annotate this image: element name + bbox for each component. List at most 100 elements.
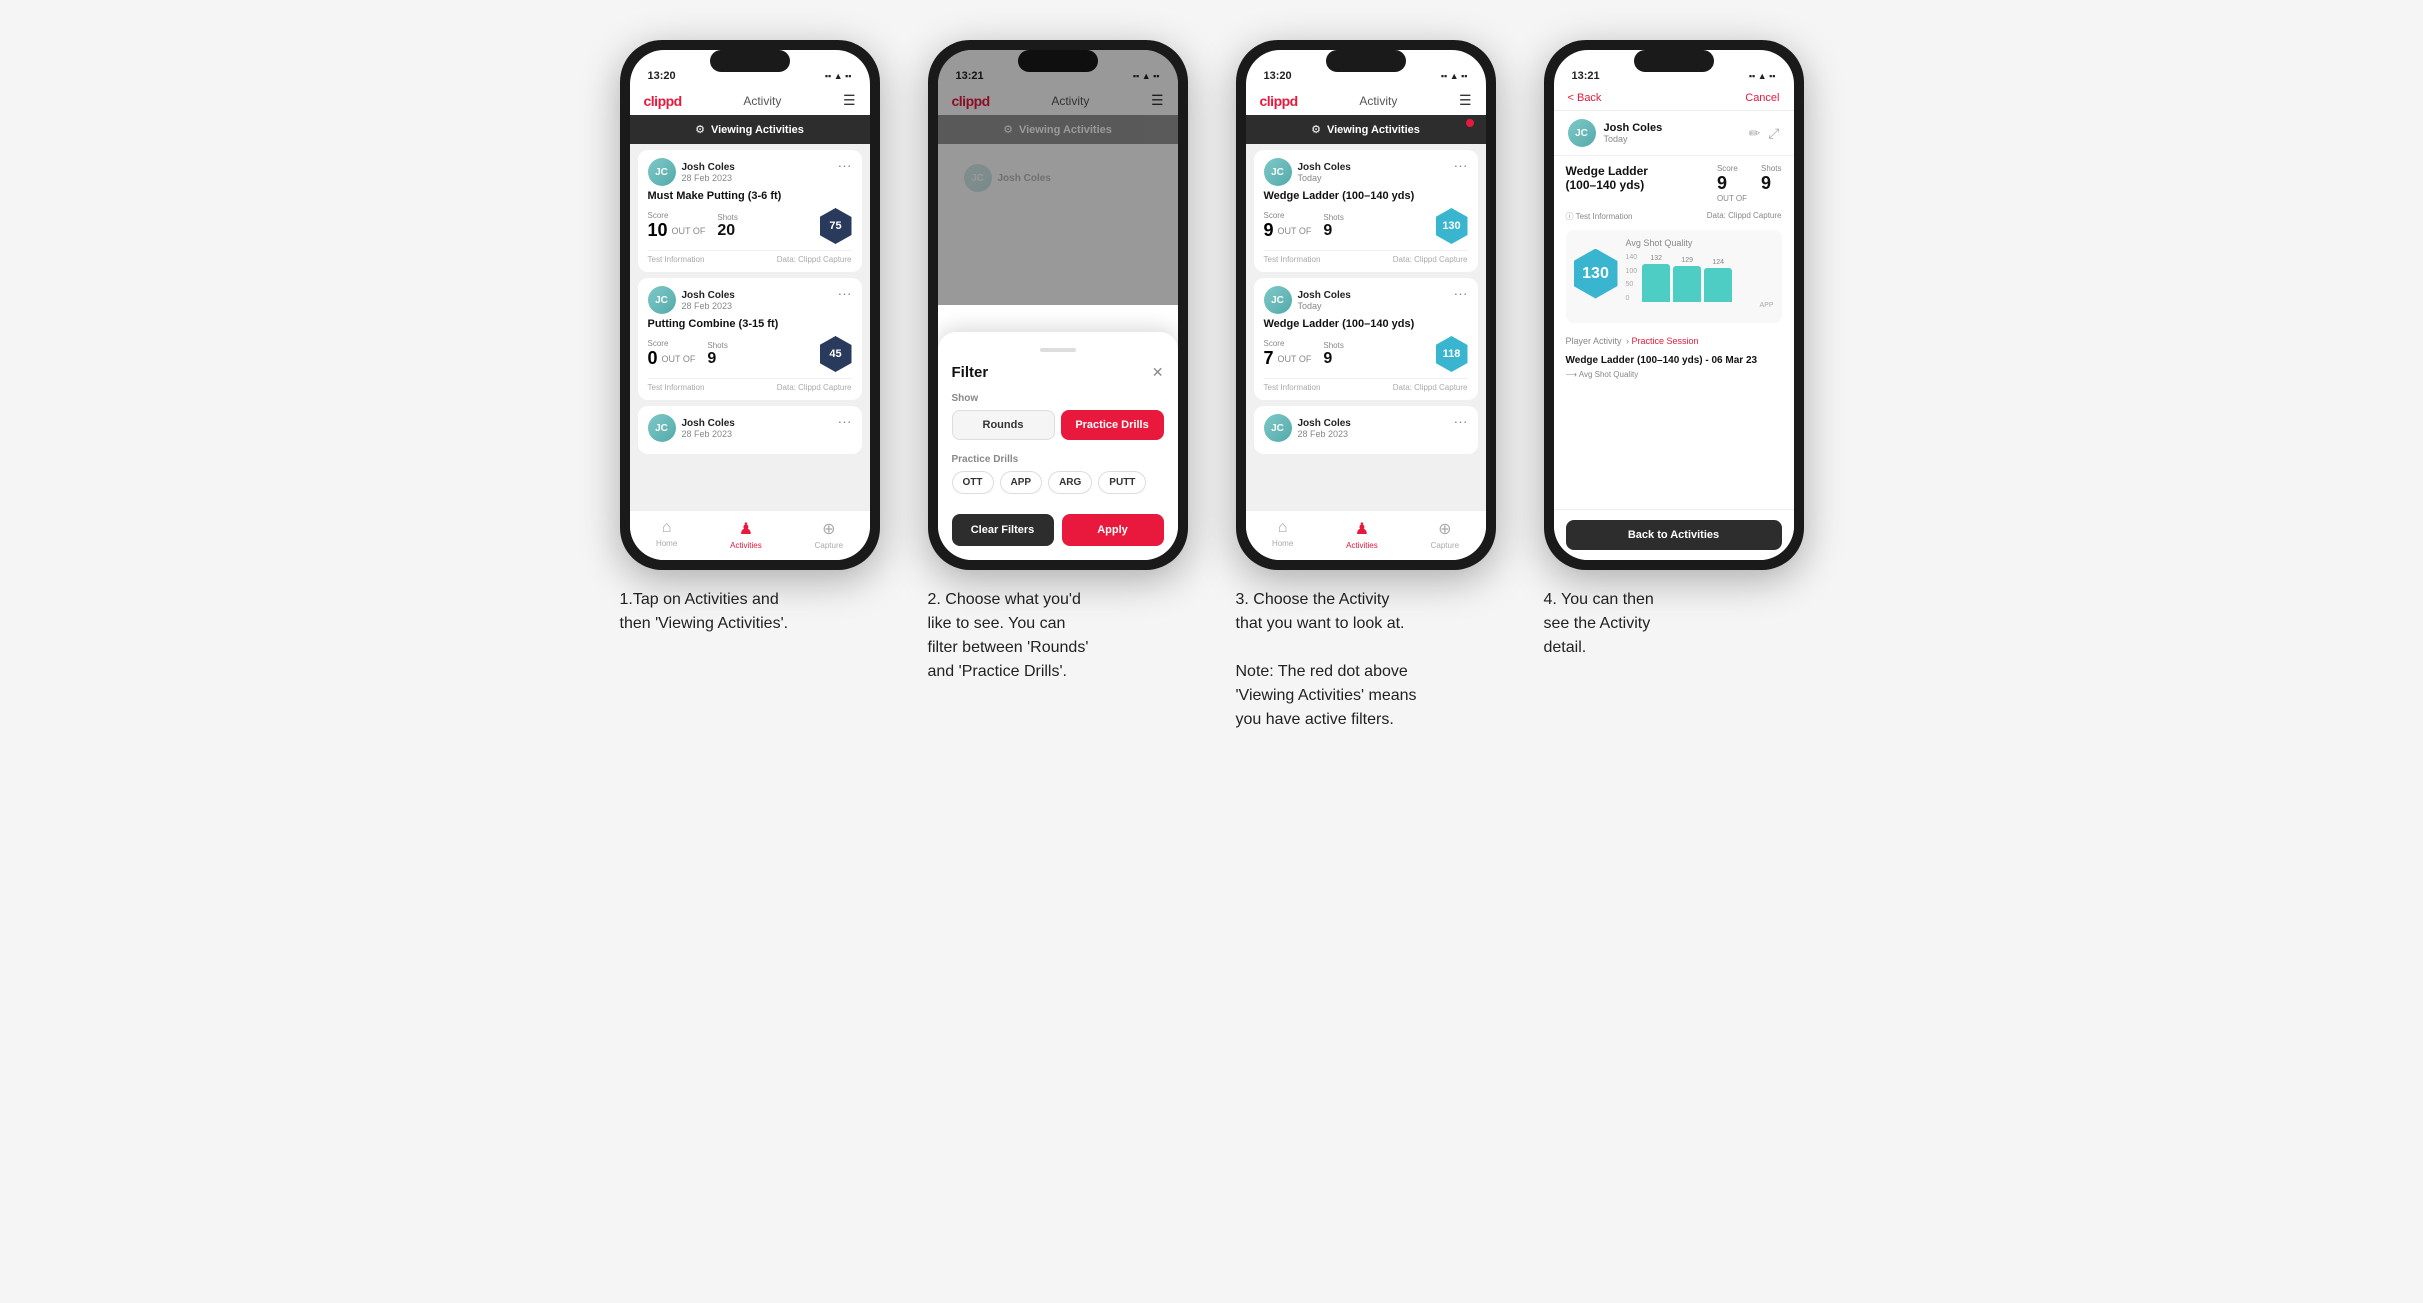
more-icon-1[interactable]: ···: [838, 158, 852, 172]
detail-icons: ✏ ⤢: [1749, 125, 1780, 142]
avatar-inner-3-2: JC: [1264, 286, 1292, 314]
info-text: Test Information: [1576, 212, 1633, 221]
hamburger-icon-3[interactable]: ☰: [1459, 92, 1472, 109]
chip-ott[interactable]: OTT: [952, 471, 994, 494]
score-col-label: Score: [1717, 164, 1747, 173]
back-to-activities-btn[interactable]: Back to Activities: [1566, 520, 1782, 550]
nav-capture-3[interactable]: ⊕ Capture: [1431, 519, 1459, 550]
practice-drills-btn[interactable]: Practice Drills: [1061, 410, 1164, 440]
chip-arg[interactable]: ARG: [1048, 471, 1092, 494]
nav-activities-1[interactable]: ♟ Activities: [730, 519, 762, 550]
card-footer-3-2: Test Information Data: Clippd Capture: [1264, 378, 1468, 392]
chart-y-axis: 140 100 50 0: [1626, 254, 1638, 302]
footer-left-2: Test Information: [648, 383, 705, 392]
user-name-3-1: Josh Coles: [1298, 162, 1351, 173]
back-btn[interactable]: < Back: [1568, 92, 1602, 104]
bottom-nav-1: ⌂ Home ♟ Activities ⊕ Capture: [630, 510, 870, 560]
nav-capture-1[interactable]: ⊕ Capture: [815, 519, 843, 550]
caption-1: 1.Tap on Activities andthen 'Viewing Act…: [620, 588, 880, 636]
chip-putt[interactable]: PUTT: [1098, 471, 1146, 494]
score-stat-3-2: Score 7 OUT OF: [1264, 339, 1312, 369]
detail-user-info: Josh Coles Today: [1604, 122, 1741, 144]
activity-title-2: Putting Combine (3-15 ft): [648, 318, 852, 330]
notch-1: [710, 50, 790, 72]
bar-1: 132: [1642, 255, 1670, 302]
shots-stat-1: Shots 20: [717, 213, 737, 240]
activity-card-2[interactable]: JC Josh Coles 28 Feb 2023 ··· Putting Co…: [638, 278, 862, 400]
avatar-3-3: JC: [1264, 414, 1292, 442]
app-logo-1: clippd: [644, 93, 682, 109]
footer-left-3-2: Test Information: [1264, 383, 1321, 392]
sub-metric-arrow: ⟶: [1566, 370, 1579, 379]
clear-filters-label: Clear Filters: [971, 524, 1035, 536]
nav-home-3[interactable]: ⌂ Home: [1272, 519, 1293, 550]
more-icon-3-2[interactable]: ···: [1454, 286, 1468, 300]
viewing-banner-3[interactable]: ⚙ Viewing Activities: [1246, 115, 1486, 144]
more-icon-3-3[interactable]: ···: [1454, 414, 1468, 428]
phone-screen-2: 13:21 ▪▪ ▲ ▪▪ clippd Activity ☰ ⚙ Viewin…: [938, 50, 1178, 560]
quality-badge-3-1: 130: [1436, 208, 1468, 244]
card-header-3-1: JC Josh Coles Today ···: [1264, 158, 1468, 186]
chip-app-label: APP: [1011, 477, 1032, 488]
activity-card-3-1[interactable]: JC Josh Coles Today ··· Wedge Ladder (10…: [1254, 150, 1478, 272]
hamburger-icon-1[interactable]: ☰: [843, 92, 856, 109]
back-to-activities-label: Back to Activities: [1628, 529, 1719, 541]
quality-header: 130 Avg Shot Quality 140 100 50: [1574, 238, 1774, 309]
activity-card-1[interactable]: JC Josh Coles 28 Feb 2023 ··· Must Make …: [638, 150, 862, 272]
bottom-bar-4: Back to Activities: [1554, 509, 1794, 560]
nav-activities-3[interactable]: ♟ Activities: [1346, 519, 1378, 550]
status-icons-1: ▪▪ ▲ ▪▪: [825, 71, 852, 81]
viewing-banner-1[interactable]: ⚙ Viewing Activities: [630, 115, 870, 144]
sub-metric-label: Avg Shot Quality: [1579, 370, 1638, 379]
apply-btn[interactable]: Apply: [1062, 514, 1164, 546]
rounds-btn[interactable]: Rounds: [952, 410, 1055, 440]
activity-card-3-3[interactable]: JC Josh Coles 28 Feb 2023 ···: [1254, 406, 1478, 454]
score-shots-row: Score 9 OUT OF Shots 9: [1717, 164, 1782, 203]
score-stat-1: Score 10 OUT OF: [648, 211, 706, 241]
sub-activity-title: Wedge Ladder (100–140 yds) - 06 Mar 23: [1566, 355, 1782, 366]
score-num-3-1: 9: [1264, 220, 1274, 241]
rounds-label: Rounds: [983, 419, 1024, 431]
filter-close-icon[interactable]: ✕: [1152, 364, 1164, 381]
expand-icon[interactable]: ⤢: [1768, 125, 1779, 142]
edit-icon[interactable]: ✏: [1749, 125, 1761, 142]
y-label-140: 140: [1626, 254, 1638, 261]
notch-4: [1634, 50, 1714, 72]
capture-icon-1: ⊕: [822, 519, 835, 539]
caption-4: 4. You can thensee the Activitydetail.: [1544, 588, 1804, 660]
user-info-1: Josh Coles 28 Feb 2023: [682, 162, 735, 183]
bar-rect-1: [1642, 264, 1670, 302]
nav-home-1[interactable]: ⌂ Home: [656, 519, 677, 550]
caption-text-4: 4. You can thensee the Activitydetail.: [1544, 591, 1654, 656]
score-section: Score 9 OUT OF Shots 9: [1717, 164, 1782, 203]
bar-val-2: 129: [1681, 257, 1693, 264]
big-hex-val: 130: [1582, 265, 1609, 283]
bar-2: 129: [1673, 257, 1701, 302]
score-num-3-2: 7: [1264, 348, 1274, 369]
activity-card-3[interactable]: JC Josh Coles 28 Feb 2023 ···: [638, 406, 862, 454]
practice-session-link[interactable]: Practice Session: [1631, 336, 1698, 346]
clear-filters-btn[interactable]: Clear Filters: [952, 514, 1054, 546]
app-logo-3: clippd: [1260, 93, 1298, 109]
user-row-3: JC Josh Coles 28 Feb 2023: [648, 414, 735, 442]
scroll-content-3: JC Josh Coles Today ··· Wedge Ladder (10…: [1246, 144, 1486, 510]
chart-title: Avg Shot Quality: [1626, 238, 1774, 248]
more-icon-3[interactable]: ···: [838, 414, 852, 428]
chart-section: 130 Avg Shot Quality 140 100 50: [1566, 230, 1782, 323]
score-label-3-2: Score: [1264, 339, 1312, 348]
y-label-50: 50: [1626, 281, 1638, 288]
apply-label: Apply: [1097, 524, 1128, 536]
activity-card-3-2[interactable]: JC Josh Coles Today ··· Wedge Ladder (10…: [1254, 278, 1478, 400]
score-stat-2: Score 0 OUT OF: [648, 339, 696, 369]
shots-stat-2: Shots 9: [707, 341, 727, 368]
mini-chart: 140 100 50 0 132: [1626, 254, 1774, 302]
shots-col-label: Shots: [1761, 164, 1781, 173]
quality-badge-3-2: 118: [1436, 336, 1468, 372]
chip-putt-label: PUTT: [1109, 477, 1135, 488]
chip-app[interactable]: APP: [1000, 471, 1043, 494]
shots-stat-3-2: Shots 9: [1323, 341, 1343, 368]
more-icon-3-1[interactable]: ···: [1454, 158, 1468, 172]
user-row-3-3: JC Josh Coles 28 Feb 2023: [1264, 414, 1351, 442]
cancel-btn[interactable]: Cancel: [1745, 92, 1779, 104]
more-icon-2[interactable]: ···: [838, 286, 852, 300]
